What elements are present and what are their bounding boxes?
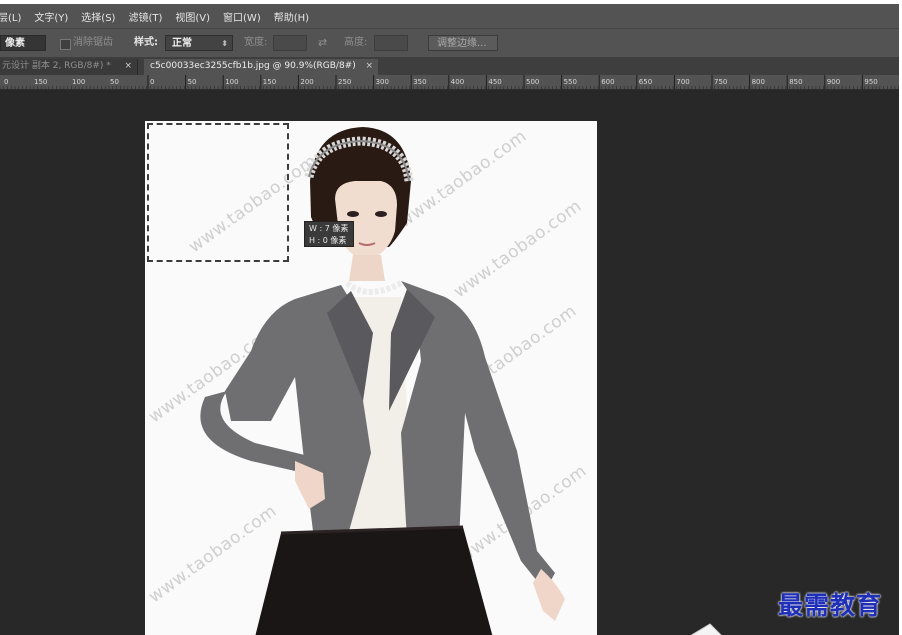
ruler-label: 800 <box>752 78 765 86</box>
refine-edge-button[interactable]: 调整边缘... <box>428 35 498 51</box>
ruler-label: 50 <box>110 78 119 86</box>
menu-type[interactable]: 文字(Y) <box>28 9 75 24</box>
ruler-label: 900 <box>827 78 840 86</box>
screenshot-top-border <box>0 0 902 4</box>
close-icon[interactable]: × <box>124 59 132 74</box>
options-bar: 像素 消除锯齿 样式: 正常 ⬍ 宽度: ⇄ 高度: 调整边缘... <box>0 28 899 58</box>
ruler-label: 700 <box>676 78 689 86</box>
ruler-label: 550 <box>564 78 577 86</box>
canvas-area[interactable]: www.taobao.com www.taobao.com www.taobao… <box>0 90 899 635</box>
menu-help[interactable]: 帮助(H) <box>268 9 316 24</box>
ruler-label: 150 <box>34 78 47 86</box>
ruler-label: 350 <box>413 78 426 86</box>
menu-layer[interactable]: 层(L) <box>0 9 28 24</box>
tab-label: c5c00033ec3255cfb1b.jpg @ 90.9%(RGB/8#) <box>150 61 356 71</box>
cursor-arrow-icon <box>690 623 722 635</box>
ruler-label: 950 <box>864 78 877 86</box>
photoshop-window: 层(L) 文字(Y) 选择(S) 滤镜(T) 视图(V) 窗口(W) 帮助(H)… <box>0 0 902 635</box>
ruler-label: 100 <box>225 78 238 86</box>
antialias-checkbox[interactable] <box>60 39 71 50</box>
height-input[interactable] <box>374 35 408 51</box>
close-icon[interactable]: × <box>365 59 373 74</box>
width-label: 宽度: <box>244 37 268 48</box>
ruler-label: 750 <box>714 78 727 86</box>
ruler-label: 500 <box>526 78 539 86</box>
ruler-label: 400 <box>451 78 464 86</box>
selection-size-tooltip: W : 7 像素 H : 0 像素 <box>304 221 354 247</box>
ruler-label: 200 <box>300 78 313 86</box>
height-label: 高度: <box>344 37 368 48</box>
swap-icon[interactable]: ⇄ <box>318 35 327 51</box>
ruler-label: 100 <box>72 78 85 86</box>
ruler-label: 250 <box>338 78 351 86</box>
style-label: 样式: <box>134 37 158 48</box>
menu-bar: 层(L) 文字(Y) 选择(S) 滤镜(T) 视图(V) 窗口(W) 帮助(H) <box>0 4 899 28</box>
width-input[interactable] <box>273 35 307 51</box>
rectangular-marquee-selection[interactable] <box>147 123 289 262</box>
tab-document-1[interactable]: 元设计 副本 2, RGB/8#) * × <box>0 59 138 75</box>
ruler-label: 150 <box>263 78 276 86</box>
menu-filter[interactable]: 滤镜(T) <box>122 9 169 24</box>
ruler-label: 0 <box>150 78 154 86</box>
ruler-label: 450 <box>488 78 501 86</box>
ruler-label: 850 <box>789 78 802 86</box>
feather-input[interactable]: 像素 <box>0 35 46 51</box>
horizontal-ruler: 0 150 100 50 0 50 100 150 200 250 300 350 400 450 500 5… <box>0 75 899 90</box>
brand-watermark: 最需教育 <box>778 591 883 620</box>
tab-document-2[interactable]: c5c00033ec3255cfb1b.jpg @ 90.9%(RGB/8#) … <box>144 59 378 75</box>
tab-label: 元设计 副本 2, RGB/8#) * <box>2 61 111 71</box>
style-select-value: 正常 <box>172 38 192 49</box>
tooltip-width: W : 7 像素 <box>309 224 349 233</box>
updown-arrow-icon: ⬍ <box>221 39 228 48</box>
menu-window[interactable]: 窗口(W) <box>217 9 268 24</box>
antialias-label: 消除锯齿 <box>73 37 113 48</box>
ruler-label: 650 <box>639 78 652 86</box>
document-tab-bar: 元设计 副本 2, RGB/8#) * × c5c00033ec3255cfb1… <box>0 57 899 75</box>
ruler-label: 600 <box>601 78 614 86</box>
ruler-label: 0 <box>4 78 8 86</box>
tooltip-height: H : 0 像素 <box>309 236 347 245</box>
style-select[interactable]: 正常 ⬍ <box>165 35 233 51</box>
ruler-label: 50 <box>188 78 197 86</box>
ruler-label: 300 <box>376 78 389 86</box>
menu-view[interactable]: 视图(V) <box>169 9 217 24</box>
menu-select[interactable]: 选择(S) <box>75 9 122 24</box>
ruler-ticks: 0 150 100 50 0 50 100 150 200 250 300 350 400 450 500 5… <box>0 75 899 89</box>
